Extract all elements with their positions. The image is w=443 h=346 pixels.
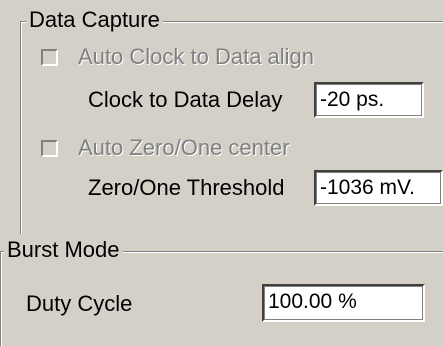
clock-delay-label: Clock to Data Delay [88, 87, 283, 112]
clock-delay-input[interactable]: -20 ps. [314, 82, 424, 118]
auto-zero-checkbox-label: Auto Zero/One center [78, 135, 290, 160]
settings-panel: Data Capture Auto Clock to Data align Cl… [0, 0, 443, 346]
threshold-input[interactable]: -1036 mV. [314, 170, 443, 206]
auto-zero-checkbox-row[interactable]: Auto Zero/One center [41, 135, 290, 161]
duty-cycle-label: Duty Cycle [26, 291, 133, 316]
auto-clock-checkbox[interactable] [41, 48, 58, 66]
auto-zero-checkbox[interactable] [41, 139, 58, 157]
auto-clock-checkbox-row[interactable]: Auto Clock to Data align [41, 44, 314, 70]
duty-cycle-input[interactable]: 100.00 % [262, 284, 425, 322]
auto-clock-checkbox-label: Auto Clock to Data align [78, 44, 315, 69]
threshold-label: Zero/One Threshold [88, 175, 285, 200]
data-capture-title: Data Capture [26, 8, 163, 32]
burst-mode-title: Burst Mode [4, 238, 123, 262]
